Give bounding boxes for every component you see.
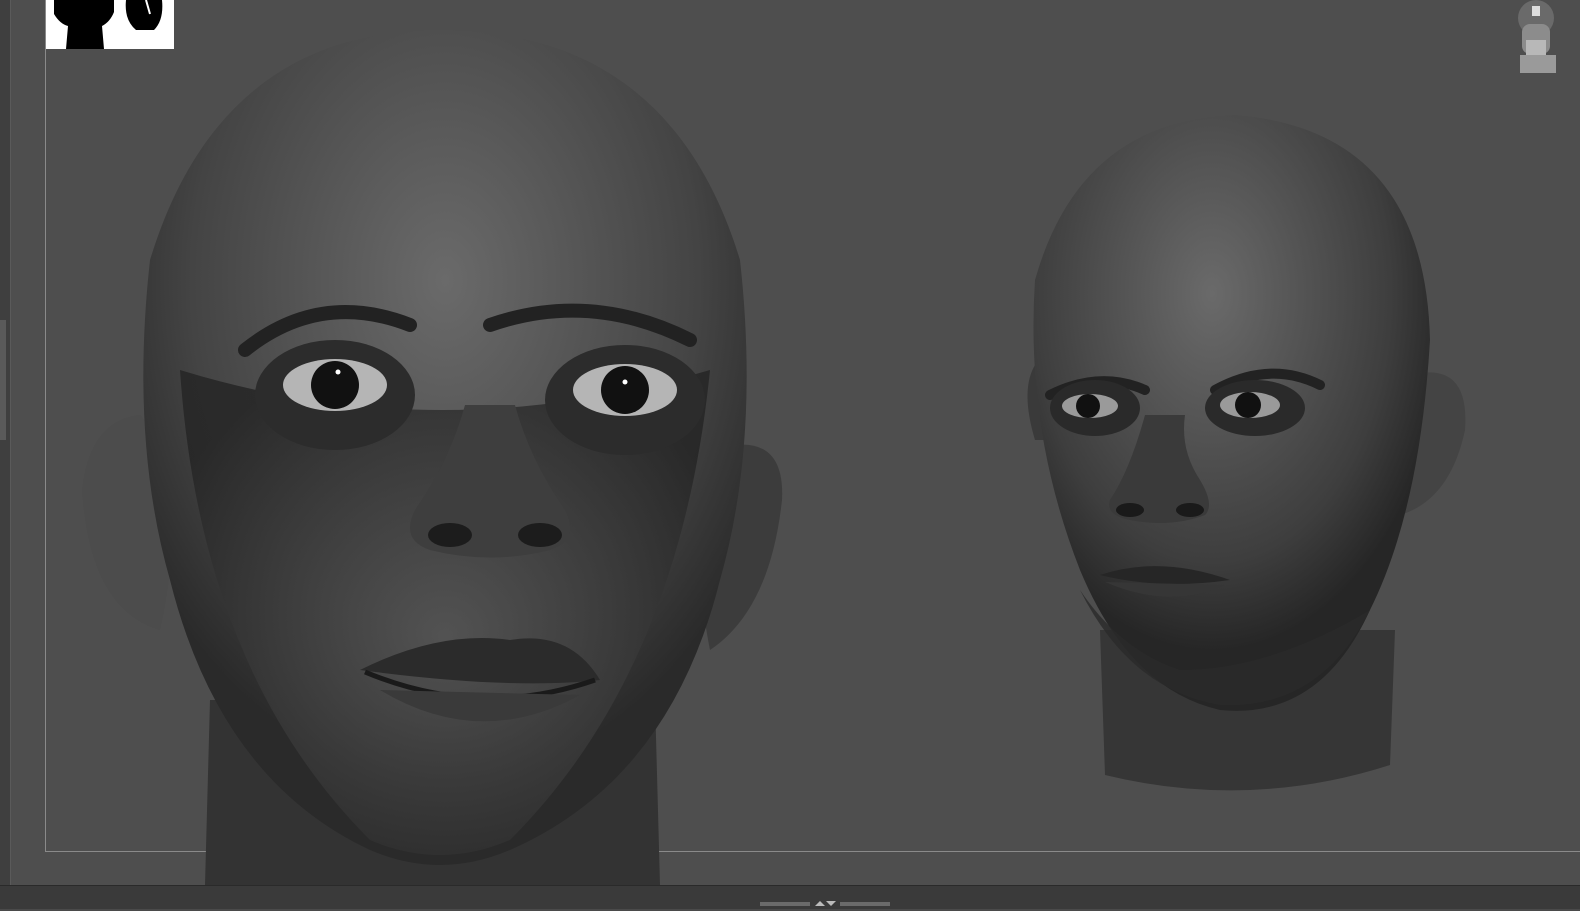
head-three-quarter-view[interactable] [1020,110,1480,800]
navigation-head-icon[interactable] [1508,0,1568,75]
head-front-view[interactable] [70,20,810,885]
bottom-tray [0,885,1580,909]
tray-toggle-icon[interactable] [760,892,890,906]
document-canvas[interactable] [0,0,1580,885]
left-tray [0,0,11,885]
left-tray-toggle[interactable] [0,320,6,440]
